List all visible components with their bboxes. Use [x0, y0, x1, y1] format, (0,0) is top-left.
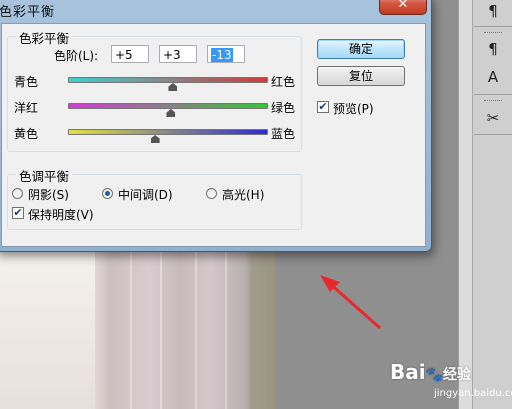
close-icon: ✕	[397, 0, 409, 12]
cyan-red-slider[interactable]	[68, 77, 268, 91]
midtones-label: 中间调(D)	[118, 188, 173, 202]
slider-green-label: 绿色	[271, 101, 296, 115]
magenta-green-slider-thumb[interactable]	[166, 109, 176, 117]
yellow-blue-slider[interactable]	[68, 129, 268, 143]
cyan-red-slider-thumb[interactable]	[168, 83, 178, 91]
watermark-url: jingyan.baidu.com	[434, 388, 512, 399]
photo-highlight	[0, 240, 95, 409]
panel-grip[interactable]	[484, 32, 502, 36]
ok-button[interactable]: 确定	[317, 39, 405, 59]
slider-cyan-label: 青色	[14, 75, 39, 89]
paragraph-style-icon[interactable]: ¶	[480, 38, 506, 60]
dialog-title: 色彩平衡	[0, 5, 56, 20]
tone-balance-group-title: 色调平衡	[16, 166, 73, 185]
scissors-icon[interactable]: ✂	[480, 107, 506, 129]
close-button[interactable]: ✕	[379, 0, 427, 15]
document-photo	[0, 240, 275, 409]
reset-button[interactable]: 复位	[317, 66, 405, 86]
preview-label: 预览(P)	[333, 102, 374, 116]
highlights-label: 高光(H)	[222, 188, 265, 202]
color-balance-dialog: 色彩平衡 ✕ 色彩平衡 色阶(L): +5 +3 -13 青色 红色 洋红 绿色…	[0, 0, 432, 252]
shadows-label: 阴影(S)	[28, 188, 69, 202]
curtain-fold	[195, 240, 197, 409]
tone-balance-group: 色调平衡 阴影(S) 中间调(D) 高光(H) ✔ 保持明度(V)	[7, 166, 302, 230]
slider-yellow-label: 黄色	[14, 127, 39, 141]
levels-label: 色阶(L):	[54, 49, 99, 63]
character-style-icon[interactable]: A	[480, 66, 506, 88]
color-balance-group-title: 色彩平衡	[16, 28, 73, 47]
slider-red-label: 红色	[271, 75, 296, 89]
dialog-titlebar[interactable]: 色彩平衡 ✕	[0, 0, 431, 23]
panel-separator	[474, 134, 512, 135]
yellow-blue-slider-thumb[interactable]	[150, 135, 160, 143]
midtones-radio[interactable]	[102, 188, 113, 199]
tool-panel	[472, 0, 512, 409]
level-magenta-green-input[interactable]: +3	[159, 45, 197, 63]
curtain-fold	[225, 240, 227, 409]
level-cyan-red-input[interactable]: +5	[111, 45, 149, 63]
curtain-fold	[160, 240, 162, 409]
dialog-body: 色彩平衡 色阶(L): +5 +3 -13 青色 红色 洋红 绿色 黄色 蓝色 …	[1, 23, 426, 247]
slider-blue-label: 蓝色	[271, 127, 296, 141]
preview-checkbox[interactable]: ✔	[317, 101, 329, 113]
paragraph-icon[interactable]: ¶	[480, 0, 506, 22]
curtain-fold	[130, 240, 132, 409]
watermark-logo: Bai🐾经验	[390, 360, 472, 384]
slider-magenta-label: 洋红	[14, 101, 39, 115]
highlights-radio[interactable]	[206, 188, 217, 199]
shadows-radio[interactable]	[12, 188, 23, 199]
level-yellow-blue-input[interactable]: -13	[207, 45, 245, 63]
magenta-green-slider[interactable]	[68, 103, 268, 117]
color-balance-group: 色彩平衡 色阶(L): +5 +3 -13 青色 红色 洋红 绿色 黄色 蓝色	[7, 28, 302, 152]
preserve-luminosity-checkbox[interactable]: ✔	[12, 207, 24, 219]
panel-grip[interactable]	[484, 100, 502, 104]
preserve-luminosity-label: 保持明度(V)	[28, 208, 94, 222]
panel-separator	[474, 26, 512, 27]
panel-separator	[474, 94, 512, 95]
scrollbar-strip[interactable]	[458, 0, 473, 409]
